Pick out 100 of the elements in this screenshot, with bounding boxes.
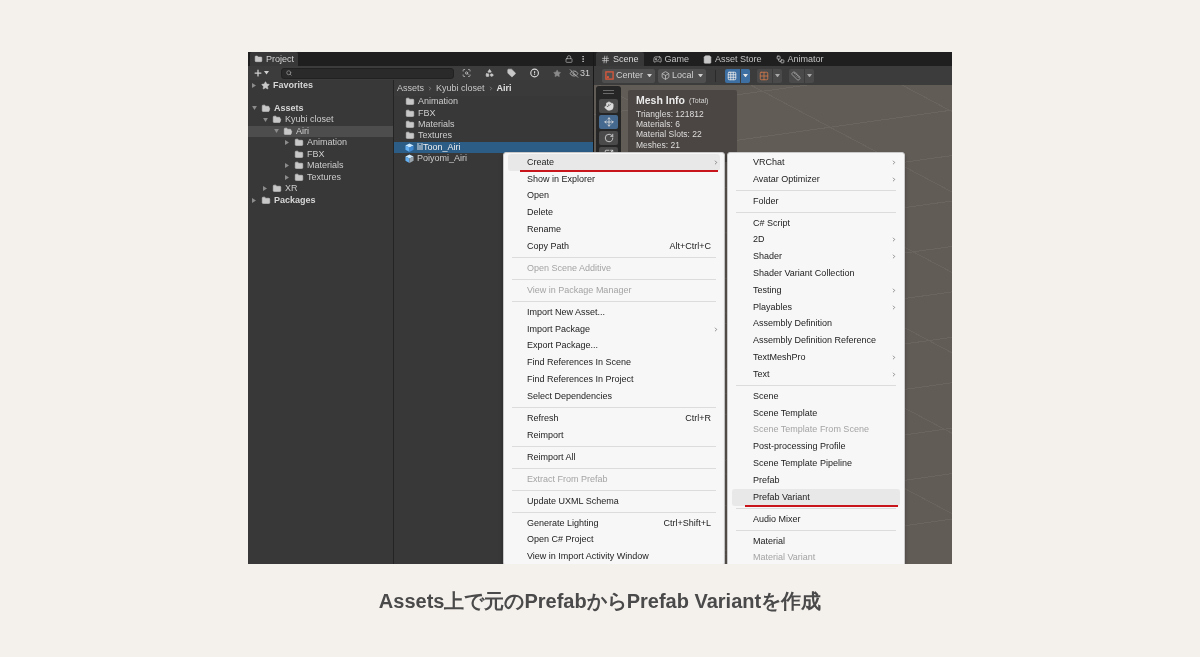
menu-item[interactable]: Refresh Ctrl+R [508,409,720,427]
folder-icon [294,138,304,148]
tree-item[interactable]: Materials [248,160,393,172]
menu-item[interactable]: Avatar Optimizer [732,170,900,188]
tree-item[interactable]: Assets [248,102,393,114]
tree-item[interactable]: Packages [248,194,393,206]
toggle-button[interactable] [788,68,804,83]
tree-item[interactable]: Kyubi closet [248,114,393,126]
prefab-cube-icon [405,142,414,152]
menu-item[interactable]: Open [508,187,720,205]
folder-icon [254,55,263,63]
menu-item[interactable]: Rename [508,221,720,238]
menu-item[interactable]: Reimport All [508,448,720,466]
asset-item[interactable]: lilToon_Airi [394,141,593,153]
menu-item[interactable]: Assembly Definition Reference [732,332,900,350]
menu-item[interactable]: VRChat [732,154,900,171]
dropdown-button[interactable] [740,68,750,83]
space-dropdown[interactable]: Local [658,68,706,83]
menu-item[interactable]: Shader Variant Collection [732,265,900,282]
menu-item[interactable]: C# Script [732,214,900,232]
tree-item[interactable]: FBX [248,148,393,160]
menu-item[interactable]: Folder [732,192,900,210]
dropdown-button[interactable] [804,68,814,83]
menu-item[interactable]: View in Import Activity Window [508,548,720,564]
asset-item[interactable]: Textures [394,130,593,142]
menu-item[interactable]: Find References In Scene [508,354,720,372]
dropdown-button[interactable] [772,68,782,83]
tab[interactable]: Animator [770,52,829,66]
menu-item[interactable]: Prefab [732,471,900,489]
menu-item[interactable]: Update UXML Schema [508,492,720,510]
menu-item[interactable]: Delete [508,204,720,222]
menu-item[interactable]: Material [732,532,900,550]
search-field[interactable] [281,67,454,79]
add-button[interactable] [252,67,270,79]
tool-button[interactable] [599,99,618,113]
breadcrumb-link[interactable]: Airi [496,83,512,93]
tree-item[interactable]: XR [248,183,393,195]
breadcrumb-link[interactable]: Kyubi closet [436,83,485,93]
tab[interactable]: Scene [596,52,644,66]
collapsed-arrow-icon[interactable] [263,186,267,192]
menu-item[interactable]: Find References In Project [508,371,720,388]
folder-icon [261,195,271,205]
menu-item[interactable]: Assembly Definition [732,315,900,333]
menu-item[interactable]: Text [732,365,900,383]
collapsed-arrow-icon[interactable] [285,140,289,146]
expanded-arrow-icon[interactable] [263,117,268,122]
menu-item[interactable]: Import New Asset... [508,303,720,321]
tab[interactable]: Asset Store [698,52,767,66]
tree-item[interactable]: Animation [248,137,393,149]
expanded-arrow-icon[interactable] [252,106,257,111]
asset-item[interactable]: FBX [394,107,593,119]
collapsed-arrow-icon[interactable] [285,174,289,180]
tool-button[interactable] [599,131,618,145]
menu-item[interactable]: Scene Template [732,404,900,422]
menu-item[interactable]: Testing [732,281,900,299]
tab[interactable]: Project [250,52,298,66]
menu-item[interactable]: Copy Path Alt+Ctrl+C [508,238,720,255]
prefab-variant-cube-icon [405,154,414,164]
search-icon [286,70,292,76]
collapsed-arrow-icon[interactable] [285,163,289,169]
tag-icon [507,68,517,78]
hidden-packages-button[interactable]: 31 [568,68,590,78]
caret-icon [742,73,748,78]
menu-item[interactable]: Audio Mixer [732,510,900,528]
tool-button[interactable] [599,115,618,129]
menu-item[interactable]: Scene [732,387,900,405]
menu-item[interactable]: Playables [732,298,900,316]
menu-item[interactable]: Show in Explorer [508,170,720,188]
menu-item[interactable]: Generate Lighting Ctrl+Shift+L [508,514,720,532]
pivot-dropdown[interactable]: Center [602,68,655,83]
menu-item[interactable]: Import Package [508,320,720,338]
asset-item[interactable]: Materials [394,118,593,131]
menu-item[interactable]: 2D [732,231,900,249]
tab[interactable]: Game [647,52,695,66]
collapsed-arrow-icon[interactable] [252,83,256,89]
caret-icon [806,73,812,78]
toggle-button[interactable] [724,68,740,83]
caption: Assets上で元のPrefabからPrefab Variantを作成 [378,589,822,613]
menu-item[interactable]: Shader [732,248,900,266]
menu-item[interactable]: Select Dependencies [508,387,720,405]
asset-item[interactable]: Animation [394,96,593,108]
tree-item[interactable]: Airi [248,125,393,137]
menu-item[interactable]: Scene Template Pipeline [732,455,900,472]
more-icon [579,55,587,63]
tree-item[interactable]: Textures [248,171,393,183]
menu-item[interactable]: Export Package... [508,337,720,355]
menu-item[interactable]: TextMeshPro [732,349,900,366]
folder-open-icon [261,103,271,113]
breadcrumb-link[interactable]: Assets [397,83,424,93]
collapsed-arrow-icon[interactable] [252,197,256,203]
toggle-button[interactable] [756,68,772,83]
menu-item[interactable]: Reimport [508,426,720,444]
menu-item[interactable]: Create [508,154,720,171]
menu-item[interactable]: Prefab Variant [732,488,900,506]
menu-item[interactable]: Post-processing Profile [732,438,900,456]
folder-icon [294,172,304,182]
menu-item[interactable]: Open C# Project [508,531,720,549]
tree-item[interactable]: Favorites [248,80,393,92]
expanded-arrow-icon[interactable] [274,129,279,134]
folder-open-icon [283,126,293,136]
